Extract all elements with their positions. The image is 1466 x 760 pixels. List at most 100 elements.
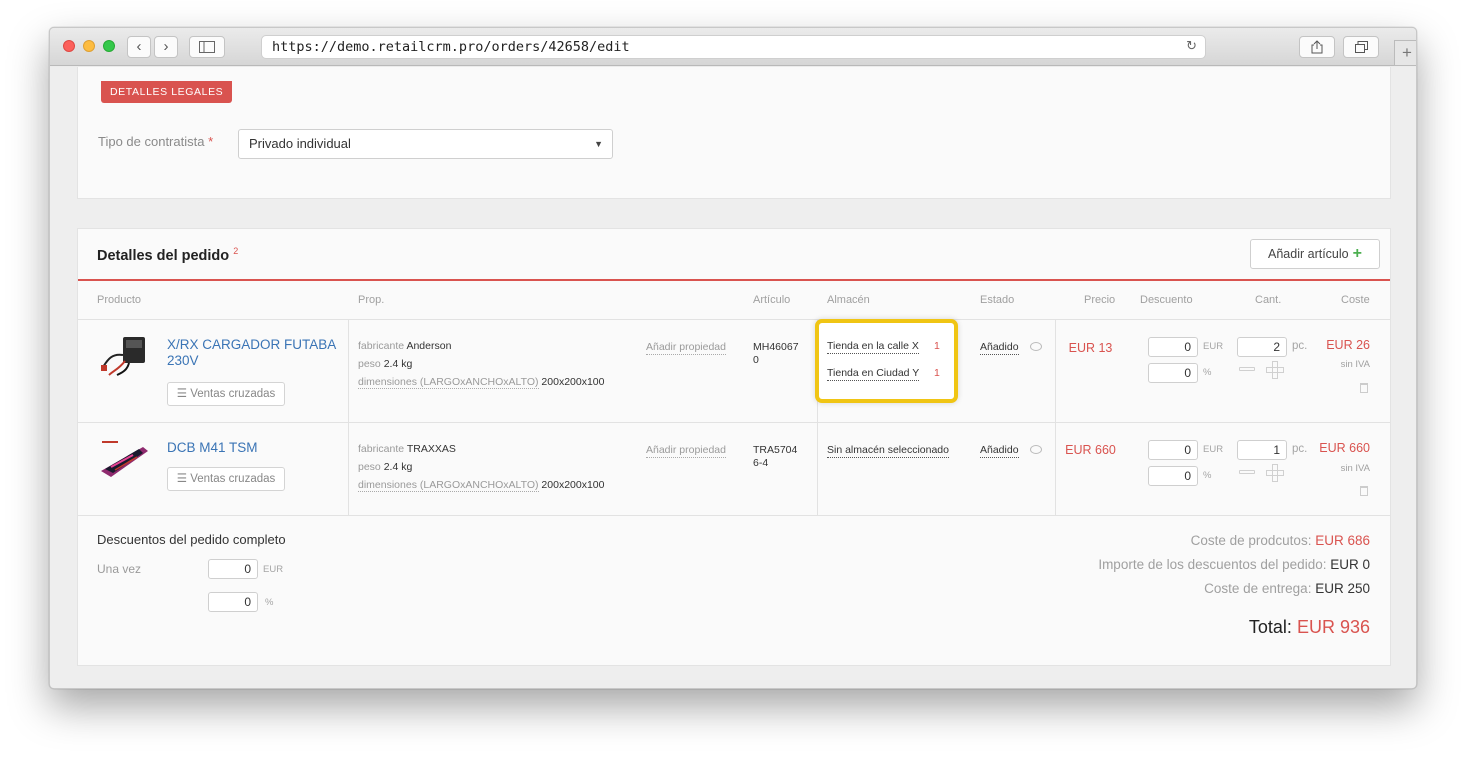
property-value: TRAXXAS <box>406 443 456 455</box>
add-property-link[interactable]: Añadir propiedad <box>646 341 726 355</box>
forward-icon[interactable]: › <box>154 36 178 58</box>
browser-window: ‹ › https://demo.retailcrm.pro/orders/42… <box>49 27 1417 689</box>
quantity-input[interactable]: 1 <box>1237 440 1287 460</box>
sidebar-icon[interactable] <box>189 36 225 58</box>
address-bar[interactable]: https://demo.retailcrm.pro/orders/42658/… <box>261 35 1206 59</box>
property-key: fabricante <box>358 340 405 352</box>
order-discount-label: Importe de los descuentos del pedido: <box>1098 557 1327 572</box>
plus-icon: + <box>1352 245 1362 262</box>
col-header-warehouse: Almacén <box>827 294 870 306</box>
close-window-button[interactable] <box>63 40 75 52</box>
warehouse-link[interactable]: Tienda en la calle X <box>827 340 919 354</box>
plus-icon[interactable] <box>1266 361 1284 379</box>
required-mark: * <box>208 134 214 149</box>
comment-icon[interactable] <box>1030 445 1042 454</box>
property-line: dimensiones (LARGOxANCHOxALTO) 200x200x1… <box>358 373 604 391</box>
cross-sell-label: Ventas cruzadas <box>190 388 276 400</box>
order-discount-summary: Importe de los descuentos del pedido: EU… <box>1098 557 1370 572</box>
add-item-button[interactable]: Añadir artículo + <box>1250 239 1380 269</box>
contractor-type-select[interactable]: Privado individual ▼ <box>238 129 613 159</box>
item-cost: EUR 660 <box>1319 441 1370 455</box>
warehouse-select-link[interactable]: Sin almacén seleccionado <box>827 444 949 458</box>
contractor-type-value: Privado individual <box>249 136 351 151</box>
discount-eur-unit: EUR <box>1203 341 1224 352</box>
col-header-price: Precio <box>1084 294 1116 306</box>
trash-icon[interactable] <box>1360 486 1368 496</box>
article-number-line: TRA5704 <box>753 444 798 456</box>
add-property-link[interactable]: Añadir propiedad <box>646 444 726 458</box>
reload-icon[interactable]: ↻ <box>1186 36 1197 58</box>
cross-sell-button[interactable]: ☰ Ventas cruzadas <box>167 467 285 491</box>
order-items-count: 2 <box>233 246 239 256</box>
trash-icon[interactable] <box>1360 383 1368 393</box>
minus-icon[interactable] <box>1239 367 1255 371</box>
browser-toolbar: ‹ › https://demo.retailcrm.pro/orders/42… <box>50 28 1416 66</box>
discount-percent-input[interactable]: 0 <box>1148 363 1198 383</box>
footer-divider <box>78 515 1390 516</box>
item-price: EUR 13 <box>1068 341 1113 355</box>
order-details-title-text: Detalles del pedido <box>97 247 230 264</box>
col-header-product: Producto <box>97 294 142 306</box>
discount-eur-input[interactable]: 0 <box>1148 440 1198 460</box>
table-row: X/RX CARGADOR FUTABA 230V ☰ Ventas cruza… <box>78 319 1390 423</box>
col-header-cost: Coste <box>1341 294 1370 306</box>
article-number-line: MH46067 <box>753 341 799 353</box>
col-header-prop: Prop. <box>358 294 385 306</box>
legal-details-card: DETALLES LEGALES Tipo de contratista * P… <box>77 67 1391 199</box>
discount-percent-unit: % <box>1203 470 1212 481</box>
caret-down-icon: ▼ <box>594 139 603 149</box>
product-name-link[interactable]: DCB M41 TSM <box>167 440 258 456</box>
discount-eur-input[interactable]: 0 <box>1148 337 1198 357</box>
status-link[interactable]: Añadido <box>980 444 1019 458</box>
property-key[interactable]: dimensiones (LARGOxANCHOxALTO) <box>358 479 539 492</box>
item-cost: EUR 26 <box>1326 338 1370 352</box>
property-key: peso <box>358 358 381 370</box>
discount-percent-unit: % <box>1203 367 1212 378</box>
discount-eur-unit: EUR <box>1203 444 1224 455</box>
order-discount-eur-unit: EUR <box>263 564 284 575</box>
delivery-cost-summary: Coste de entrega: EUR 250 <box>1204 581 1370 596</box>
total-label: Total: <box>1248 617 1292 637</box>
order-discount-percent-input[interactable]: 0 <box>208 592 258 612</box>
boat-product-image <box>101 441 148 477</box>
order-discount-value: EUR 0 <box>1330 557 1370 572</box>
once-label: Una vez <box>97 562 142 576</box>
property-key[interactable]: dimensiones (LARGOxANCHOxALTO) <box>358 376 539 389</box>
property-line: peso 2.4 kg <box>358 355 604 373</box>
property-line: fabricante TRAXXAS <box>358 440 604 458</box>
warehouse-link[interactable]: Tienda en Ciudad Y <box>827 367 920 381</box>
products-cost-value: EUR 686 <box>1315 533 1370 548</box>
status-link[interactable]: Añadido <box>980 341 1019 355</box>
zoom-window-button[interactable] <box>103 40 115 52</box>
page-content: DETALLES LEGALES Tipo de contratista * P… <box>50 67 1416 688</box>
delivery-cost-label: Coste de entrega: <box>1204 581 1312 596</box>
col-header-qty: Cant. <box>1255 294 1282 306</box>
product-name-link[interactable]: X/RX CARGADOR FUTABA 230V <box>167 337 337 369</box>
plus-icon[interactable] <box>1266 464 1284 482</box>
table-row: DCB M41 TSM ☰ Ventas cruzadas fabricante… <box>78 422 1390 515</box>
order-discount-percent-unit: % <box>265 597 274 608</box>
property-key: peso <box>358 461 381 473</box>
contractor-type-label: Tipo de contratista * <box>98 134 213 149</box>
back-icon[interactable]: ‹ <box>127 36 151 58</box>
order-discounts-title: Descuentos del pedido completo <box>97 532 286 547</box>
minus-icon[interactable] <box>1239 470 1255 474</box>
cross-sell-button[interactable]: ☰ Ventas cruzadas <box>167 382 285 406</box>
minimize-window-button[interactable] <box>83 40 95 52</box>
property-value: 2.4 kg <box>383 461 413 473</box>
new-tab-icon[interactable]: + <box>1394 40 1416 66</box>
legal-details-badge: DETALLES LEGALES <box>101 81 233 103</box>
discount-percent-input[interactable]: 0 <box>1148 466 1198 486</box>
order-discount-eur-input[interactable]: 0 <box>208 559 258 579</box>
tabs-icon[interactable] <box>1343 36 1379 58</box>
item-price: EUR 660 <box>1065 443 1116 457</box>
order-total: Total: EUR 936 <box>1249 617 1370 638</box>
quantity-input[interactable]: 2 <box>1237 337 1287 357</box>
charger-product-image <box>101 337 145 376</box>
comment-icon[interactable] <box>1030 342 1042 351</box>
property-value: Anderson <box>406 340 452 352</box>
property-line: peso 2.4 kg <box>358 458 604 476</box>
col-header-status: Estado <box>980 294 1015 306</box>
property-key: fabricante <box>358 443 405 455</box>
share-icon[interactable] <box>1299 36 1335 58</box>
